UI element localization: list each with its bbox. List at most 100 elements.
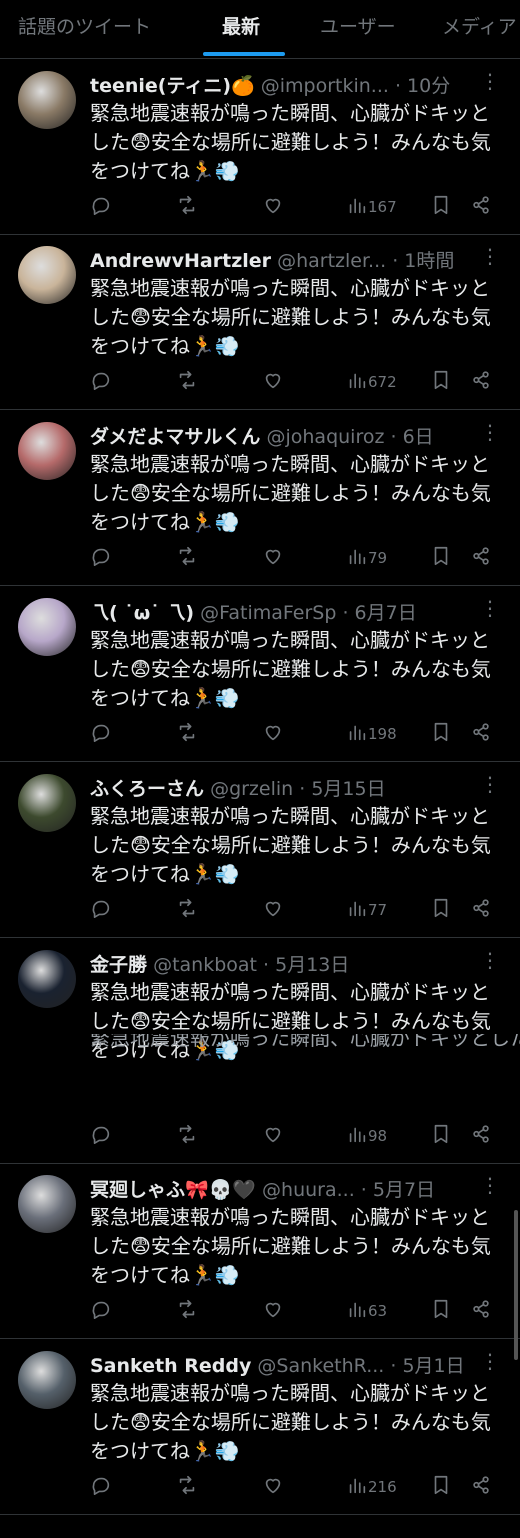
retweet-button[interactable]: [176, 368, 198, 396]
retweet-button[interactable]: [176, 896, 198, 924]
share-button[interactable]: [470, 1297, 492, 1325]
views-button[interactable]: 63: [346, 1297, 387, 1325]
avatar[interactable]: [18, 1351, 76, 1409]
reply-button[interactable]: [90, 193, 112, 221]
tweet-item[interactable]: teenie(ティニ)🍊 @importkin... · 10分 ⋮ 緊急地震速報が…: [0, 59, 520, 235]
like-button[interactable]: [262, 1473, 284, 1501]
user-handle[interactable]: @huura...: [262, 1179, 355, 1201]
more-options-icon[interactable]: ⋮: [480, 596, 500, 620]
post-time[interactable]: · 1時間: [392, 250, 454, 272]
views-button[interactable]: 77: [346, 896, 387, 924]
display-name[interactable]: teenie(ティニ)🍊: [90, 75, 255, 97]
retweet-button[interactable]: [176, 1473, 198, 1501]
avatar[interactable]: [18, 774, 76, 832]
share-button[interactable]: [470, 544, 492, 572]
avatar[interactable]: [18, 598, 76, 656]
reply-button[interactable]: [90, 368, 112, 396]
user-handle[interactable]: @tankboat: [153, 954, 257, 976]
post-time[interactable]: · 6日: [391, 426, 434, 448]
more-options-icon[interactable]: ⋮: [480, 244, 500, 268]
avatar[interactable]: [18, 1175, 76, 1233]
avatar[interactable]: [18, 422, 76, 480]
post-time[interactable]: · 5月7日: [361, 1179, 435, 1201]
share-button[interactable]: [470, 1473, 492, 1501]
reply-button[interactable]: [90, 1473, 112, 1501]
views-button[interactable]: 98: [346, 1122, 387, 1150]
views-button[interactable]: 672: [346, 368, 397, 396]
user-handle[interactable]: @SankethR...: [257, 1355, 384, 1377]
tweet-item[interactable]: ダメだよマサルくん @johaquiroz · 6日 ⋮ 緊急地震速報が鳴った瞬間、…: [0, 410, 520, 586]
share-button[interactable]: [470, 368, 492, 396]
scrollbar[interactable]: [514, 1210, 518, 1360]
more-options-icon[interactable]: ⋮: [480, 420, 500, 444]
user-handle[interactable]: @johaquiroz: [266, 426, 384, 448]
reply-button[interactable]: [90, 1297, 112, 1325]
post-time[interactable]: · 6月7日: [342, 602, 416, 624]
bookmark-button[interactable]: [430, 368, 452, 396]
like-button[interactable]: [262, 368, 284, 396]
display-name[interactable]: 乁( ˙ω˙ 乁): [90, 602, 194, 624]
bookmark-button[interactable]: [430, 1473, 452, 1501]
views-button[interactable]: 198: [346, 720, 397, 748]
post-time[interactable]: · 5月15日: [299, 778, 385, 800]
more-options-icon[interactable]: ⋮: [480, 1173, 500, 1197]
views-button[interactable]: 79: [346, 544, 387, 572]
tweet-item[interactable]: ふくろーさん @grzelin · 5月15日 ⋮ 緊急地震速報が鳴った瞬間、心臓が…: [0, 762, 520, 938]
display-name[interactable]: Sanketh Reddy: [90, 1355, 251, 1377]
share-button[interactable]: [470, 720, 492, 748]
user-handle[interactable]: @grzelin: [210, 778, 293, 800]
bookmark-button[interactable]: [430, 193, 452, 221]
more-options-icon[interactable]: ⋮: [480, 772, 500, 796]
display-name[interactable]: ダメだよマサルくん: [90, 426, 260, 448]
more-options-icon[interactable]: ⋮: [480, 1349, 500, 1373]
tweet-item[interactable]: 冥廻しゃふ🎀💀🖤 @huura... · 5月7日 ⋮ 緊急地震速報が鳴った瞬間、心…: [0, 1163, 520, 1339]
bookmark-button[interactable]: [430, 544, 452, 572]
like-button[interactable]: [262, 544, 284, 572]
retweet-button[interactable]: [176, 193, 198, 221]
post-time[interactable]: · 10分: [395, 75, 450, 97]
like-button[interactable]: [262, 896, 284, 924]
user-handle[interactable]: @hartzler...: [277, 250, 386, 272]
post-time[interactable]: · 5月13日: [263, 954, 349, 976]
avatar[interactable]: [18, 246, 76, 304]
more-options-icon[interactable]: ⋮: [480, 69, 500, 93]
tab-media[interactable]: メディア: [442, 12, 517, 39]
display-name[interactable]: AndrewvHartzler: [90, 250, 271, 272]
tweet-item[interactable]: AndrewvHartzler @hartzler... · 1時間 ⋮ 緊急地震速…: [0, 234, 520, 410]
share-button[interactable]: [470, 896, 492, 924]
tab-users[interactable]: ユーザー: [320, 12, 396, 39]
retweet-button[interactable]: [176, 720, 198, 748]
display-name[interactable]: 冥廻しゃふ🎀💀🖤: [90, 1179, 256, 1201]
more-options-icon[interactable]: ⋮: [480, 948, 500, 972]
post-time[interactable]: · 5月1日: [390, 1355, 464, 1377]
like-button[interactable]: [262, 1297, 284, 1325]
share-button[interactable]: [470, 1122, 492, 1150]
reply-button[interactable]: [90, 544, 112, 572]
bookmark-button[interactable]: [430, 896, 452, 924]
bookmark-button[interactable]: [430, 720, 452, 748]
user-handle[interactable]: @importkin...: [261, 75, 389, 97]
bookmark-button[interactable]: [430, 1297, 452, 1325]
retweet-button[interactable]: [176, 544, 198, 572]
like-button[interactable]: [262, 193, 284, 221]
like-button[interactable]: [262, 1122, 284, 1150]
avatar[interactable]: [18, 950, 76, 1008]
views-button[interactable]: 167: [346, 193, 397, 221]
bookmark-button[interactable]: [430, 1122, 452, 1150]
display-name[interactable]: 金子勝: [90, 954, 147, 976]
retweet-button[interactable]: [176, 1122, 198, 1150]
reply-button[interactable]: [90, 1122, 112, 1150]
tweet-item[interactable]: Sanketh Reddy @SankethR... · 5月1日 ⋮ 緊急地震速報…: [0, 1339, 520, 1515]
user-handle[interactable]: @FatimaFerSp: [200, 602, 336, 624]
display-name[interactable]: ふくろーさん: [90, 778, 204, 800]
tweet-item[interactable]: 乁( ˙ω˙ 乁) @FatimaFerSp · 6月7日 ⋮ 緊急地震速報が鳴った…: [0, 586, 520, 762]
reply-button[interactable]: [90, 896, 112, 924]
reply-button[interactable]: [90, 720, 112, 748]
tab-top[interactable]: 話題のツイート: [18, 12, 151, 39]
views-button[interactable]: 216: [346, 1473, 397, 1501]
like-button[interactable]: [262, 720, 284, 748]
avatar[interactable]: [18, 71, 76, 129]
share-button[interactable]: [470, 193, 492, 221]
retweet-button[interactable]: [176, 1297, 198, 1325]
tab-latest[interactable]: 最新: [222, 12, 260, 39]
